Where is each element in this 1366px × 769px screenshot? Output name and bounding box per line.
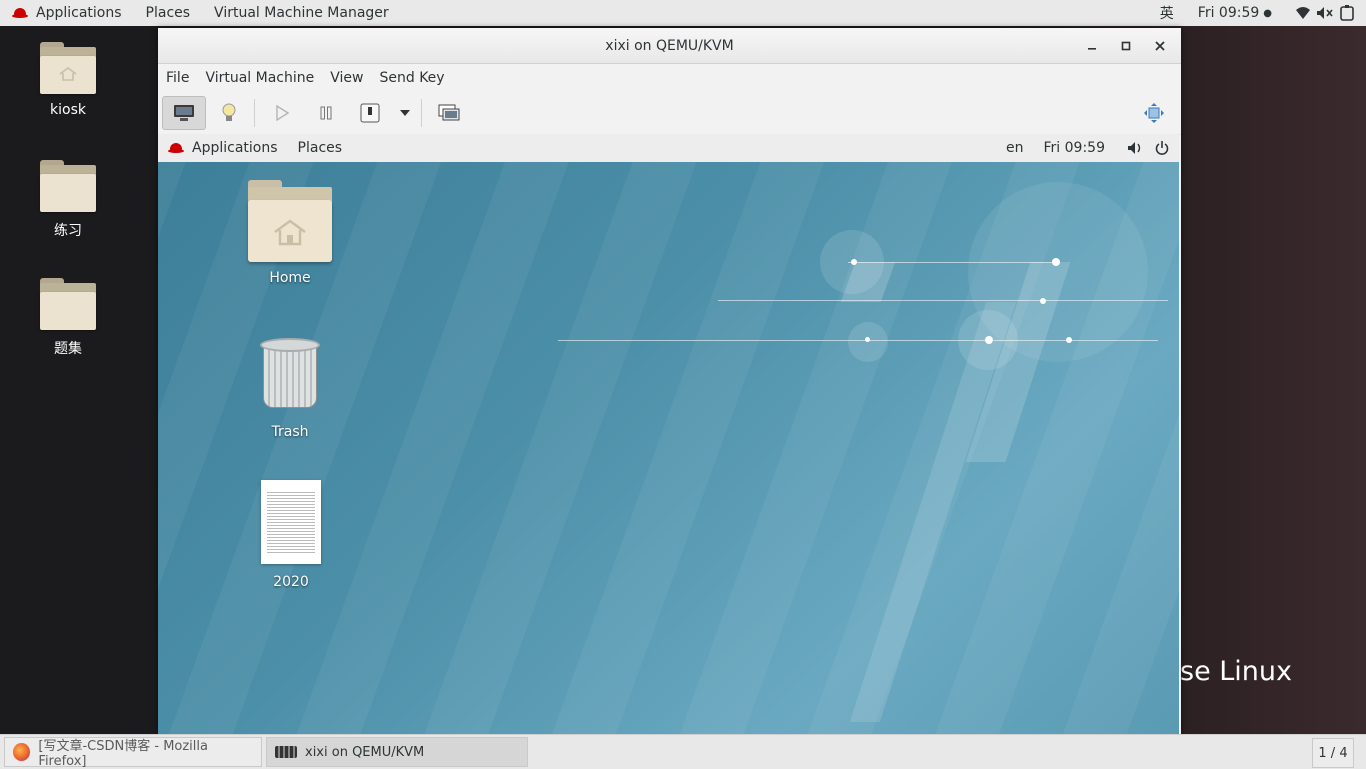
bulb-icon xyxy=(222,103,236,121)
wallpaper-brand-text: se Linux xyxy=(1180,656,1293,687)
host-vmm-menu[interactable]: Virtual Machine Manager xyxy=(202,0,401,26)
play-icon xyxy=(276,105,289,121)
shutdown-menu-button[interactable] xyxy=(393,97,417,129)
wallpaper-decoration xyxy=(1066,337,1072,343)
guest-desktop-icon-label: Trash xyxy=(271,424,309,440)
guest-display[interactable]: Applications Places en Fri 09:59 Home Tr… xyxy=(158,134,1179,734)
workspace-switcher[interactable]: 1 / 4 xyxy=(1312,738,1354,768)
menu-view[interactable]: View xyxy=(322,70,371,86)
menu-file[interactable]: File xyxy=(158,70,197,86)
guest-desktop: Home Trash 2020 xyxy=(158,162,1179,734)
snapshot-icon xyxy=(438,104,460,121)
wallpaper-decoration xyxy=(968,182,1148,362)
folder-icon xyxy=(40,160,96,212)
guest-places-menu[interactable]: Places xyxy=(288,140,353,156)
text-document-icon xyxy=(261,480,321,564)
host-top-bar: Applications Places Virtual Machine Mana… xyxy=(0,0,1366,26)
home-folder-icon xyxy=(40,42,96,94)
power-icon xyxy=(360,103,380,123)
shutdown-button[interactable] xyxy=(349,97,391,129)
console-button[interactable] xyxy=(162,96,206,130)
host-applications-menu[interactable]: Applications xyxy=(0,0,134,26)
guest-applications-menu[interactable]: Applications xyxy=(158,140,288,156)
taskbar-item-label: [写文章-CSDN博客 - Mozilla Firefox] xyxy=(38,739,208,769)
redhat-logo-icon xyxy=(12,8,28,18)
input-method-indicator[interactable]: 英 xyxy=(1148,0,1186,26)
menu-send-key[interactable]: Send Key xyxy=(371,70,452,86)
firefox-icon xyxy=(13,743,31,761)
fullscreen-icon xyxy=(1144,103,1164,123)
guest-desktop-icon-label: 2020 xyxy=(273,574,309,590)
guest-desktop-icon-label: Home xyxy=(269,270,311,286)
wallpaper-decoration xyxy=(985,336,993,344)
host-clock-label: Fri 09:59 xyxy=(1197,5,1260,21)
host-taskbar: [写文章-CSDN博客 - Mozilla Firefox] xixi on Q… xyxy=(0,734,1366,769)
vm-toolbar xyxy=(158,92,1181,135)
guest-power-icon[interactable] xyxy=(1149,141,1179,155)
menu-virtual-machine[interactable]: Virtual Machine xyxy=(197,70,322,86)
trash-icon xyxy=(260,338,320,410)
redhat-logo-icon xyxy=(168,143,184,153)
wallpaper-decoration xyxy=(848,322,888,362)
home-folder-icon xyxy=(248,180,332,262)
run-button[interactable] xyxy=(261,97,303,129)
chevron-down-icon xyxy=(400,110,410,116)
guest-volume-icon[interactable] xyxy=(1121,141,1149,155)
vm-manager-icon xyxy=(275,746,297,758)
wallpaper-decoration xyxy=(1052,258,1060,266)
taskbar-item-label: xixi on QEMU/KVM xyxy=(305,744,425,760)
vm-menubar: File Virtual Machine View Send Key xyxy=(158,64,1181,92)
host-clock[interactable]: Fri 09:59 ● xyxy=(1186,0,1292,26)
host-places-menu[interactable]: Places xyxy=(134,0,203,26)
taskbar-item-firefox[interactable]: [写文章-CSDN博客 - Mozilla Firefox] xyxy=(4,737,262,769)
wallpaper-decoration xyxy=(851,259,857,265)
maximize-button[interactable] xyxy=(1109,28,1143,63)
volume-muted-icon[interactable] xyxy=(1314,0,1336,26)
pause-icon xyxy=(320,106,332,120)
close-button[interactable] xyxy=(1143,28,1177,63)
minimize-button[interactable] xyxy=(1075,28,1109,63)
vm-window-title: xixi on QEMU/KVM xyxy=(605,37,734,54)
vm-window-titlebar[interactable]: xixi on QEMU/KVM xyxy=(158,28,1181,64)
fullscreen-button[interactable] xyxy=(1133,97,1175,129)
desktop-icon-kiosk[interactable]: kiosk xyxy=(23,42,113,118)
snapshots-button[interactable] xyxy=(428,97,470,129)
guest-top-bar: Applications Places en Fri 09:59 xyxy=(158,134,1179,162)
pause-button[interactable] xyxy=(305,97,347,129)
desktop-icon-label: 练习 xyxy=(54,223,82,239)
guest-desktop-icon-document[interactable]: 2020 xyxy=(236,480,346,590)
vm-window: xixi on QEMU/KVM File Virtual Machine Vi… xyxy=(158,28,1181,734)
folder-icon xyxy=(40,278,96,330)
desktop-icon-practice[interactable]: 练习 xyxy=(23,160,113,240)
console-icon xyxy=(174,105,194,121)
guest-clock[interactable]: Fri 09:59 xyxy=(1034,140,1121,156)
desktop-icon-question-set[interactable]: 题集 xyxy=(23,278,113,358)
desktop-icon-label: kiosk xyxy=(50,102,86,118)
power-battery-icon[interactable] xyxy=(1336,0,1358,26)
host-applications-label: Applications xyxy=(36,5,122,21)
wallpaper-decoration xyxy=(865,337,870,342)
guest-desktop-icon-trash[interactable]: Trash xyxy=(235,338,345,440)
wifi-icon[interactable] xyxy=(1292,0,1314,26)
taskbar-item-vm[interactable]: xixi on QEMU/KVM xyxy=(266,737,528,767)
details-button[interactable] xyxy=(208,97,250,129)
guest-desktop-icon-home[interactable]: Home xyxy=(235,180,345,286)
notification-dot-icon: ● xyxy=(1263,7,1272,19)
desktop-icon-label: 题集 xyxy=(54,341,82,357)
wallpaper-decoration xyxy=(1040,298,1046,304)
guest-lang-indicator[interactable]: en xyxy=(996,140,1034,156)
guest-applications-label: Applications xyxy=(192,140,278,156)
